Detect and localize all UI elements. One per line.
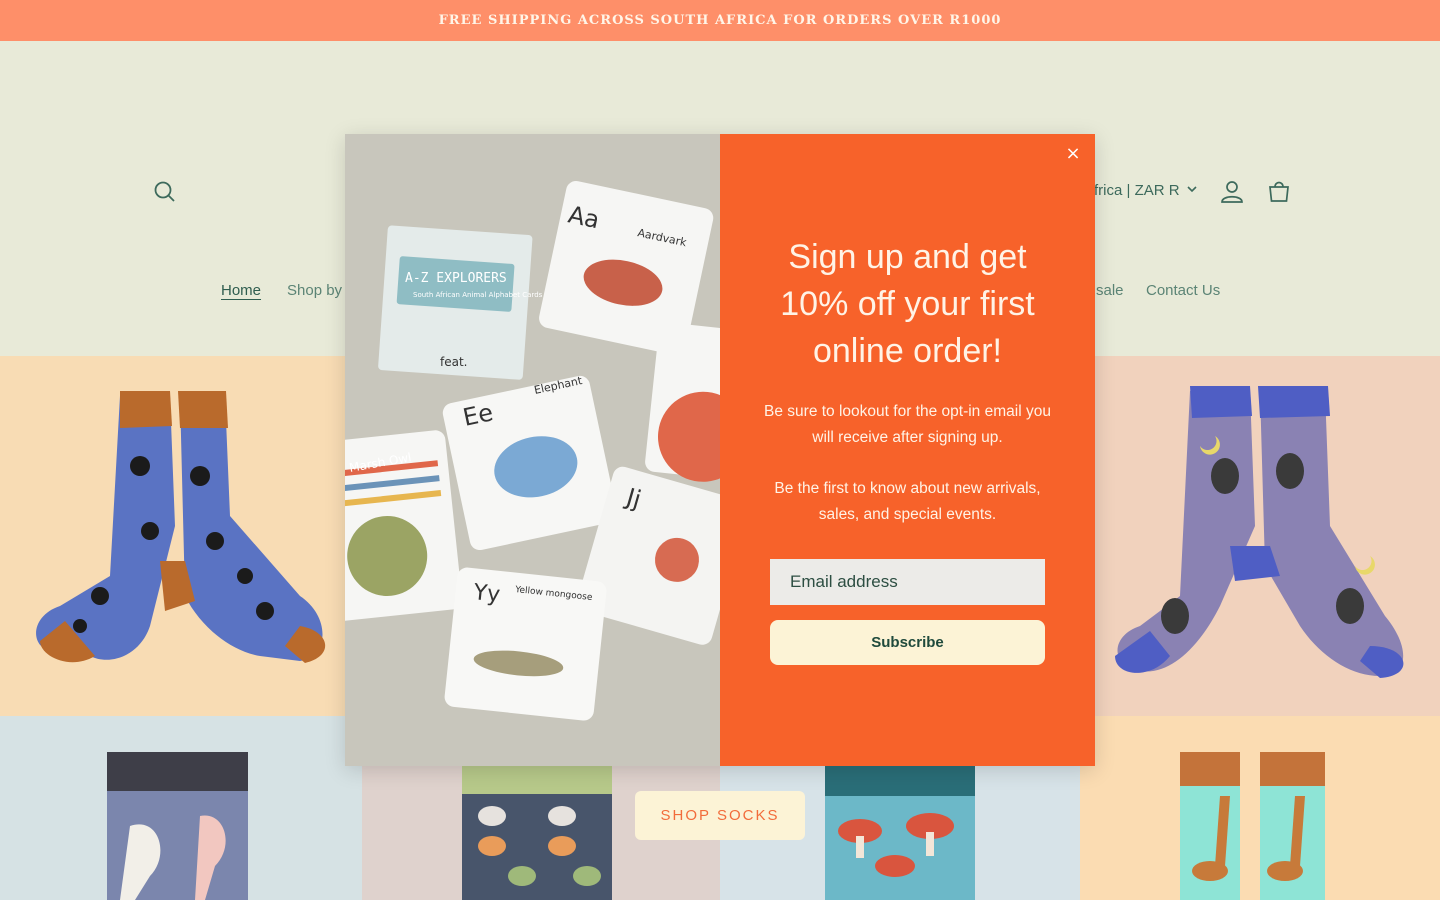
nav-item-contact-us[interactable]: Contact Us <box>1146 282 1220 299</box>
announcement-bar: FREE SHIPPING ACROSS SOUTH AFRICA FOR OR… <box>0 0 1440 41</box>
country-selector-label: frica | ZAR R <box>1094 182 1180 199</box>
announcement-text: FREE SHIPPING ACROSS SOUTH AFRICA FOR OR… <box>438 13 1002 28</box>
popup-content: × Sign up and get 10% off your first onl… <box>720 134 1095 766</box>
signup-popup: A-Z EXPLORERS South African Animal Alpha… <box>345 134 1095 766</box>
sock-image-giraffes <box>1080 716 1440 900</box>
shop-socks-button[interactable]: SHOP SOCKS <box>635 791 805 840</box>
nav-item-home[interactable]: Home <box>221 282 261 299</box>
search-icon[interactable] <box>151 178 179 206</box>
email-field[interactable] <box>770 559 1045 605</box>
chevron-down-icon <box>1186 182 1198 199</box>
nav-item-sale[interactable]: sale <box>1096 282 1124 299</box>
sock-image-monkeys <box>0 356 362 716</box>
cart-icon[interactable] <box>1265 178 1293 206</box>
popup-title: Sign up and get 10% off your first onlin… <box>780 238 1035 370</box>
popup-text-optin: Be sure to lookout for the opt-in email … <box>764 403 1051 446</box>
popup-text-news: Be the first to know about new arrivals,… <box>774 480 1041 523</box>
box-subtitle-text: South African Animal Alphabet Cards <box>413 291 543 299</box>
subscribe-button[interactable]: Subscribe <box>770 620 1045 665</box>
box-title-text: A-Z EXPLORERS <box>405 271 507 286</box>
nav-item-shop-by[interactable]: Shop by <box>287 282 342 299</box>
card-y-letter: Yy <box>471 580 501 608</box>
sock-image-owls <box>1080 356 1440 716</box>
brand-text: feat. <box>440 355 467 369</box>
popup-image: A-Z EXPLORERS South African Animal Alpha… <box>345 134 720 766</box>
country-selector[interactable]: frica | ZAR R <box>1094 182 1198 199</box>
sock-image-birds <box>0 716 362 900</box>
close-icon[interactable]: × <box>1063 144 1083 164</box>
account-icon[interactable] <box>1218 178 1246 206</box>
